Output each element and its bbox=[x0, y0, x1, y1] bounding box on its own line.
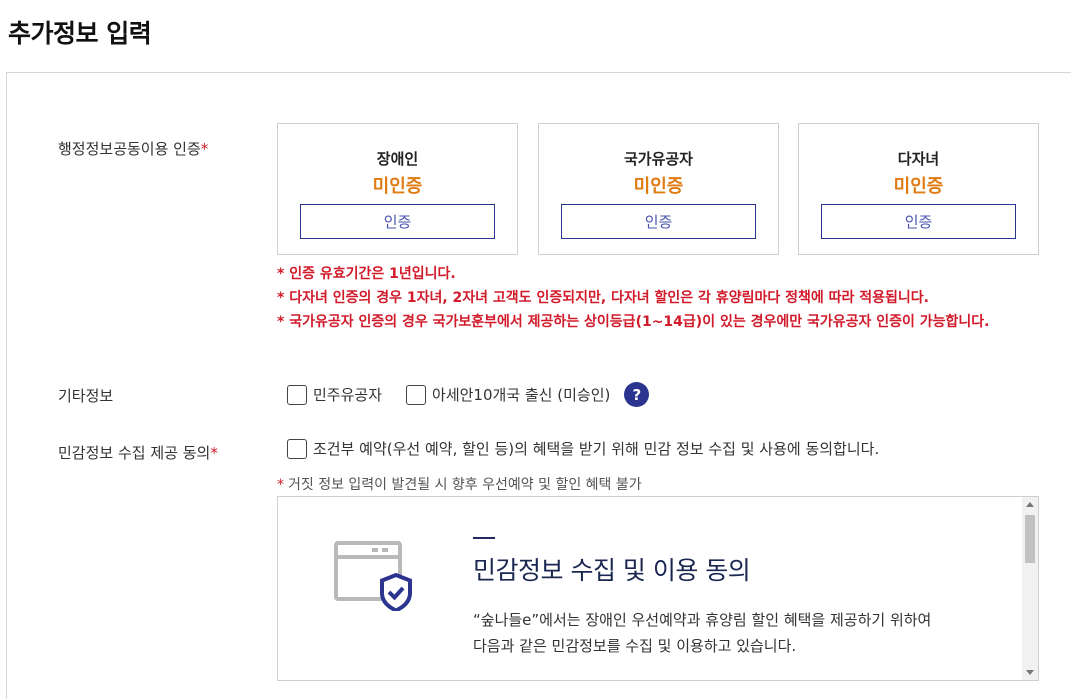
other-info-label: 기타정보 bbox=[58, 387, 114, 405]
democracy-merit-label[interactable]: 민주유공자 bbox=[313, 384, 382, 405]
cert-name: 다자녀 bbox=[897, 150, 940, 168]
sensitive-consent-label[interactable]: 조건부 예약(우선 예약, 할인 등)의 혜택을 받기 위해 민감 정보 수집 … bbox=[313, 438, 879, 459]
cert-name: 국가유공자 bbox=[623, 150, 693, 168]
cert-status: 미인증 bbox=[372, 176, 423, 197]
cert-card-veteran: 국가유공자 미인증 인증 bbox=[538, 123, 779, 255]
cert-status: 미인증 bbox=[633, 176, 684, 197]
false-info-warning: * 거짓 정보 입력이 발견될 시 향후 우선예약 및 할인 혜택 불가 bbox=[277, 474, 642, 494]
sensitive-consent-row: 조건부 예약(우선 예약, 할인 등)의 혜택을 받기 위해 민감 정보 수집 … bbox=[287, 438, 879, 459]
sensitive-agreement-box[interactable]: 민감정보 수집 및 이용 동의 “숲나들e”에서는 장애인 우선예약과 휴양림 … bbox=[277, 496, 1039, 681]
required-mark: * bbox=[277, 477, 284, 493]
sensitive-label: 민감정보 수집 제공 동의* bbox=[58, 442, 218, 463]
cert-disabled-button[interactable]: 인증 bbox=[300, 204, 495, 239]
cert-note: * 국가유공자 인증의 경우 국가보훈부에서 제공하는 상이등급(1~14급)이… bbox=[277, 314, 990, 330]
required-mark: * bbox=[200, 140, 209, 158]
required-mark: * bbox=[210, 444, 218, 462]
scroll-thumb[interactable] bbox=[1025, 515, 1035, 563]
title-dash bbox=[473, 537, 495, 539]
agreement-title: 민감정보 수집 및 이용 동의 bbox=[473, 556, 751, 585]
other-info-options: 민주유공자 아세안10개국 출신 (미승인) ? bbox=[287, 382, 650, 407]
help-icon[interactable]: ? bbox=[624, 382, 650, 407]
scroll-up-arrow-icon[interactable] bbox=[1026, 502, 1034, 507]
cert-notes: * 인증 유효기간은 1년입니다. * 다자녀 인증의 경우 1자녀, 2자녀 … bbox=[277, 262, 1052, 334]
page-title: 추가정보 입력 bbox=[8, 19, 152, 48]
cert-card-multichild: 다자녀 미인증 인증 bbox=[798, 123, 1039, 255]
agreement-scrollbar[interactable] bbox=[1022, 497, 1038, 680]
sensitive-label-text: 민감정보 수집 제공 동의 bbox=[58, 444, 211, 462]
cert-status: 미인증 bbox=[893, 176, 944, 197]
agreement-line: “숲나들e”에서는 장애인 우선예약과 휴양림 할인 혜택을 제공하기 위하여 bbox=[473, 611, 932, 629]
scroll-down-arrow-icon[interactable] bbox=[1026, 670, 1034, 675]
browser-shield-icon bbox=[334, 541, 412, 611]
cert-multichild-button[interactable]: 인증 bbox=[821, 204, 1016, 239]
admin-info-label-text: 행정정보공동이용 인증 bbox=[58, 140, 201, 158]
democracy-merit-checkbox[interactable] bbox=[287, 384, 307, 405]
sensitive-consent-checkbox[interactable] bbox=[287, 438, 307, 459]
cert-veteran-button[interactable]: 인증 bbox=[561, 204, 756, 239]
cert-note: * 인증 유효기간은 1년입니다. bbox=[277, 266, 456, 282]
agreement-line: 다음과 같은 민감정보를 수집 및 이용하고 있습니다. bbox=[473, 637, 797, 655]
cert-name: 장애인 bbox=[376, 150, 419, 168]
asean-label[interactable]: 아세안10개국 출신 (미승인) bbox=[432, 384, 610, 405]
asean-checkbox[interactable] bbox=[406, 384, 427, 405]
cert-note: * 다자녀 인증의 경우 1자녀, 2자녀 고객도 인증되지만, 다자녀 할인은… bbox=[277, 290, 929, 306]
cert-card-disabled: 장애인 미인증 인증 bbox=[277, 123, 518, 255]
false-info-warning-text: 거짓 정보 입력이 발견될 시 향후 우선예약 및 할인 혜택 불가 bbox=[288, 477, 642, 493]
admin-info-label: 행정정보공동이용 인증* bbox=[58, 138, 208, 159]
agreement-text: “숲나들e”에서는 장애인 우선예약과 휴양림 할인 혜택을 제공하기 위하여 … bbox=[473, 607, 931, 659]
